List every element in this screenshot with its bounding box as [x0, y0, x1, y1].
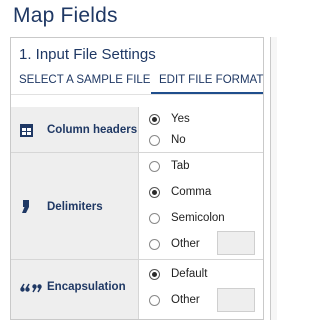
active-tab-indicator — [151, 92, 263, 94]
delimiter-option-semicolon[interactable]: Semicolon — [149, 209, 225, 227]
delimiters-row: Delimiters Tab Comma Semicolon Other — [11, 153, 263, 260]
radio-yes[interactable] — [149, 113, 160, 125]
tab-bar: SELECT A SAMPLE FILE EDIT FILE FORMAT — [11, 70, 263, 96]
radio-comma[interactable] — [149, 186, 160, 198]
encapsulation-row: Encapsulation Default Other — [11, 260, 263, 319]
input-file-settings-panel: 1. Input File Settings SELECT A SAMPLE F… — [10, 37, 264, 320]
encapsulation-other-input[interactable] — [217, 288, 255, 312]
column-headers-label: Column headers — [47, 124, 138, 136]
delimiter-option-other[interactable]: Other — [149, 235, 200, 253]
delimiters-label-cell: Delimiters — [11, 153, 139, 259]
option-label: Other — [171, 294, 200, 306]
delimiters-label: Delimiters — [47, 201, 103, 213]
column-headers-label-cell: Column headers — [11, 107, 139, 152]
radio-tab[interactable] — [149, 160, 160, 172]
option-label: Comma — [171, 186, 212, 198]
radio-semicolon[interactable] — [149, 212, 160, 224]
tab-bar-divider — [11, 94, 263, 95]
encapsulation-label-cell: Encapsulation — [11, 260, 139, 319]
encapsulation-label: Encapsulation — [47, 281, 126, 293]
radio-no[interactable] — [149, 134, 160, 146]
column-headers-row: Column headers Yes No — [11, 107, 263, 153]
option-label: Tab — [171, 160, 190, 172]
option-label: Other — [171, 238, 200, 250]
quotes-icon — [20, 280, 42, 294]
page-title: Map Fields — [13, 4, 118, 27]
encapsulation-option-other[interactable]: Other — [149, 291, 200, 309]
option-label: Default — [171, 268, 208, 280]
delimiter-option-comma[interactable]: Comma — [149, 183, 211, 201]
option-label: No — [171, 134, 186, 146]
tab-select-sample-file[interactable]: SELECT A SAMPLE FILE — [19, 74, 150, 86]
option-label: Semicolon — [171, 212, 225, 224]
encapsulation-option-default[interactable]: Default — [149, 265, 207, 283]
delimiter-other-input[interactable] — [217, 231, 255, 255]
table-icon — [20, 124, 34, 138]
adjacent-panel-edge — [270, 37, 277, 320]
radio-encapsulation-other[interactable] — [149, 294, 160, 306]
comma-icon — [20, 200, 34, 214]
section-title: 1. Input File Settings — [19, 46, 156, 63]
option-label: Yes — [171, 113, 190, 125]
column-headers-option-no[interactable]: No — [149, 131, 186, 149]
column-headers-option-yes[interactable]: Yes — [149, 110, 190, 128]
delimiter-option-tab[interactable]: Tab — [149, 157, 190, 175]
radio-other[interactable] — [149, 238, 160, 250]
radio-default[interactable] — [149, 268, 160, 280]
tab-edit-file-format[interactable]: EDIT FILE FORMAT — [159, 74, 263, 86]
